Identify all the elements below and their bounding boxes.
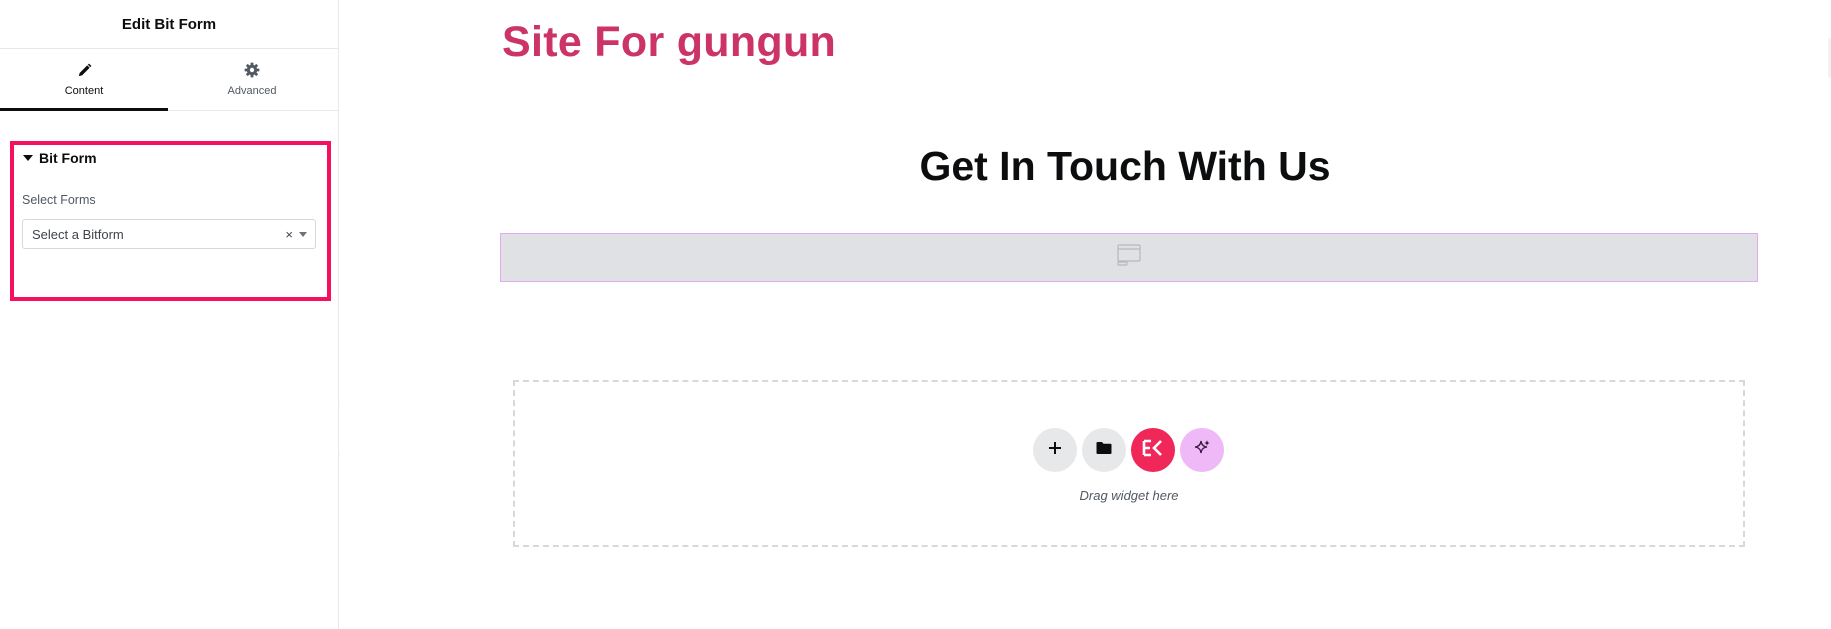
plus-icon (1048, 441, 1062, 460)
panel-tabs: Content Advanced (0, 49, 338, 111)
tab-advanced[interactable]: Advanced (168, 49, 336, 110)
tab-content[interactable]: Content (0, 49, 168, 111)
gear-icon (244, 62, 260, 78)
bitform-widget-placeholder[interactable] (500, 233, 1758, 282)
section-toggle[interactable]: Bit Form (14, 145, 327, 166)
preview-canvas: Site For gungun Get In Touch With Us Dra… (340, 0, 1831, 629)
select-placeholder: Select a Bitform (32, 226, 124, 242)
templates-button[interactable] (1082, 428, 1126, 472)
caret-down-icon (23, 155, 33, 161)
select-forms-label: Select Forms (22, 193, 96, 207)
drop-zone[interactable]: Drag widget here (513, 380, 1745, 547)
section-title: Bit Form (39, 150, 97, 166)
page-heading[interactable]: Get In Touch With Us (340, 143, 1831, 190)
dropdown-arrow-icon (299, 232, 307, 237)
pencil-icon (76, 62, 92, 78)
tab-content-label: Content (64, 85, 104, 97)
form-widget-icon (1116, 242, 1142, 273)
ai-button[interactable] (1180, 428, 1224, 472)
drag-widget-text: Drag widget here (1079, 488, 1179, 503)
elementskit-button[interactable] (1131, 428, 1175, 472)
ek-logo-icon (1142, 439, 1164, 462)
panel-header: Edit Bit Form (0, 0, 338, 49)
sparkle-icon (1193, 439, 1211, 462)
add-section-button[interactable] (1033, 428, 1077, 472)
site-title[interactable]: Site For gungun (502, 18, 836, 67)
drop-zone-buttons (1033, 428, 1224, 472)
panel-title: Edit Bit Form (121, 15, 217, 33)
bit-form-section: Bit Form Select Forms Select a Bitform × (10, 141, 331, 301)
editor-panel: Edit Bit Form Content Advanced Bit Form … (0, 0, 339, 629)
select-bitform-dropdown[interactable]: Select a Bitform × (22, 219, 316, 249)
tab-advanced-label: Advanced (227, 85, 277, 97)
clear-icon[interactable]: × (285, 227, 293, 242)
folder-icon (1096, 441, 1112, 460)
